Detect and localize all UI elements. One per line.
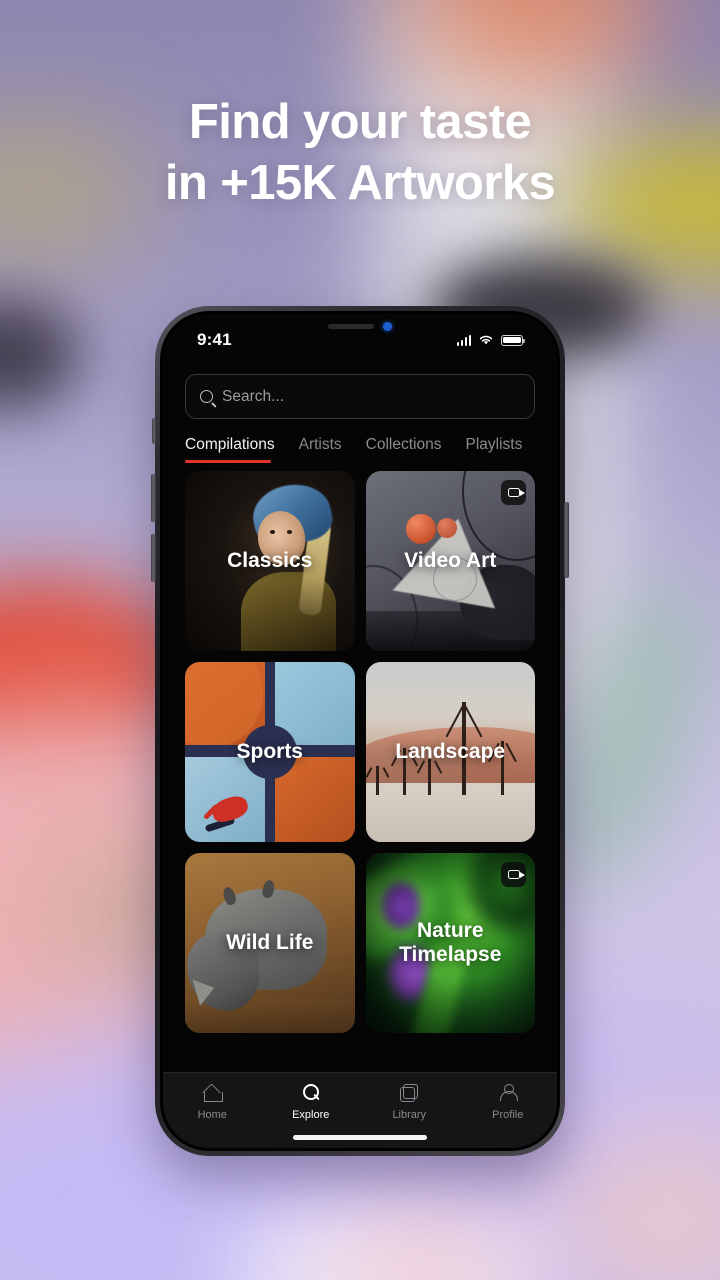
- card-nature-timelapse[interactable]: Nature Timelapse: [365, 853, 535, 1033]
- library-icon: [400, 1082, 419, 1104]
- card-title: Nature Timelapse: [399, 918, 502, 966]
- home-icon: [203, 1082, 223, 1104]
- tab-label: Artists: [298, 436, 342, 453]
- tab-label: Compilations: [185, 436, 275, 453]
- video-camera-icon: [507, 488, 525, 497]
- tab-label: Collections: [365, 436, 442, 453]
- search-input[interactable]: Search...: [185, 374, 535, 419]
- speaker-pill: [328, 324, 374, 329]
- nav-item-explore[interactable]: Explore: [262, 1082, 361, 1121]
- nav-item-library[interactable]: Library: [360, 1082, 459, 1121]
- nav-item-profile[interactable]: Profile: [459, 1082, 558, 1121]
- phone-mockup: 9:41 Search... Compilations Artists Coll…: [151, 306, 569, 1156]
- card-title: Video Art: [404, 548, 497, 572]
- video-camera-icon: [507, 870, 525, 879]
- phone-screen: 9:41 Search... Compilations Artists Coll…: [163, 314, 557, 1148]
- card-classics[interactable]: Classics: [185, 471, 355, 651]
- status-bar: 9:41: [163, 314, 557, 366]
- card-landscape[interactable]: Landscape: [365, 662, 535, 842]
- bg-blob-dark-left: [0, 300, 80, 410]
- card-video-art[interactable]: Video Art: [365, 471, 535, 651]
- category-tabs: Compilations Artists Collections Playlis…: [163, 419, 557, 463]
- status-time: 9:41: [197, 330, 232, 349]
- phone-bezel: 9:41 Search... Compilations Artists Coll…: [160, 311, 560, 1151]
- card-title: Landscape: [395, 739, 506, 763]
- battery-icon: [501, 334, 525, 346]
- nav-label: Home: [197, 1109, 227, 1121]
- nav-item-home[interactable]: Home: [163, 1082, 262, 1121]
- tab-artists[interactable]: Artists: [299, 436, 342, 463]
- profile-icon: [499, 1082, 518, 1104]
- video-badge: [501, 480, 526, 505]
- dynamic-island: [328, 322, 392, 331]
- search-icon: [302, 1082, 320, 1104]
- phone-power-button[interactable]: [564, 502, 569, 578]
- tab-compilations[interactable]: Compilations: [185, 436, 275, 463]
- nav-label: Explore: [292, 1109, 330, 1121]
- video-badge: [501, 862, 526, 887]
- card-title: Sports: [236, 739, 303, 763]
- phone-volume-down-button[interactable]: [151, 534, 156, 582]
- compilation-grid: Classics Video Art Sports Landscape Wild…: [163, 463, 557, 1033]
- phone-volume-up-button[interactable]: [151, 474, 156, 522]
- grid-fade-overlay: [163, 1050, 557, 1072]
- tab-label: Playlists: [465, 436, 523, 453]
- card-wild-life[interactable]: Wild Life: [185, 853, 355, 1033]
- card-title: Wild Life: [226, 930, 314, 954]
- signal-bars-icon: [456, 334, 471, 346]
- search-icon: [200, 390, 213, 403]
- status-indicators: [456, 334, 525, 346]
- tab-playlists[interactable]: Playlists: [465, 436, 522, 463]
- phone-silent-switch[interactable]: [152, 418, 156, 444]
- home-indicator[interactable]: [293, 1135, 427, 1140]
- promo-headline: Find your taste in +15K Artworks: [164, 95, 556, 210]
- tab-collections[interactable]: Collections: [366, 436, 442, 463]
- nav-label: Profile: [492, 1109, 524, 1121]
- card-title: Classics: [227, 548, 313, 572]
- search-placeholder: Search...: [222, 387, 285, 405]
- front-camera-dot: [383, 322, 392, 331]
- wifi-icon: [479, 335, 493, 345]
- nav-label: Library: [392, 1109, 427, 1121]
- card-sports[interactable]: Sports: [185, 662, 355, 842]
